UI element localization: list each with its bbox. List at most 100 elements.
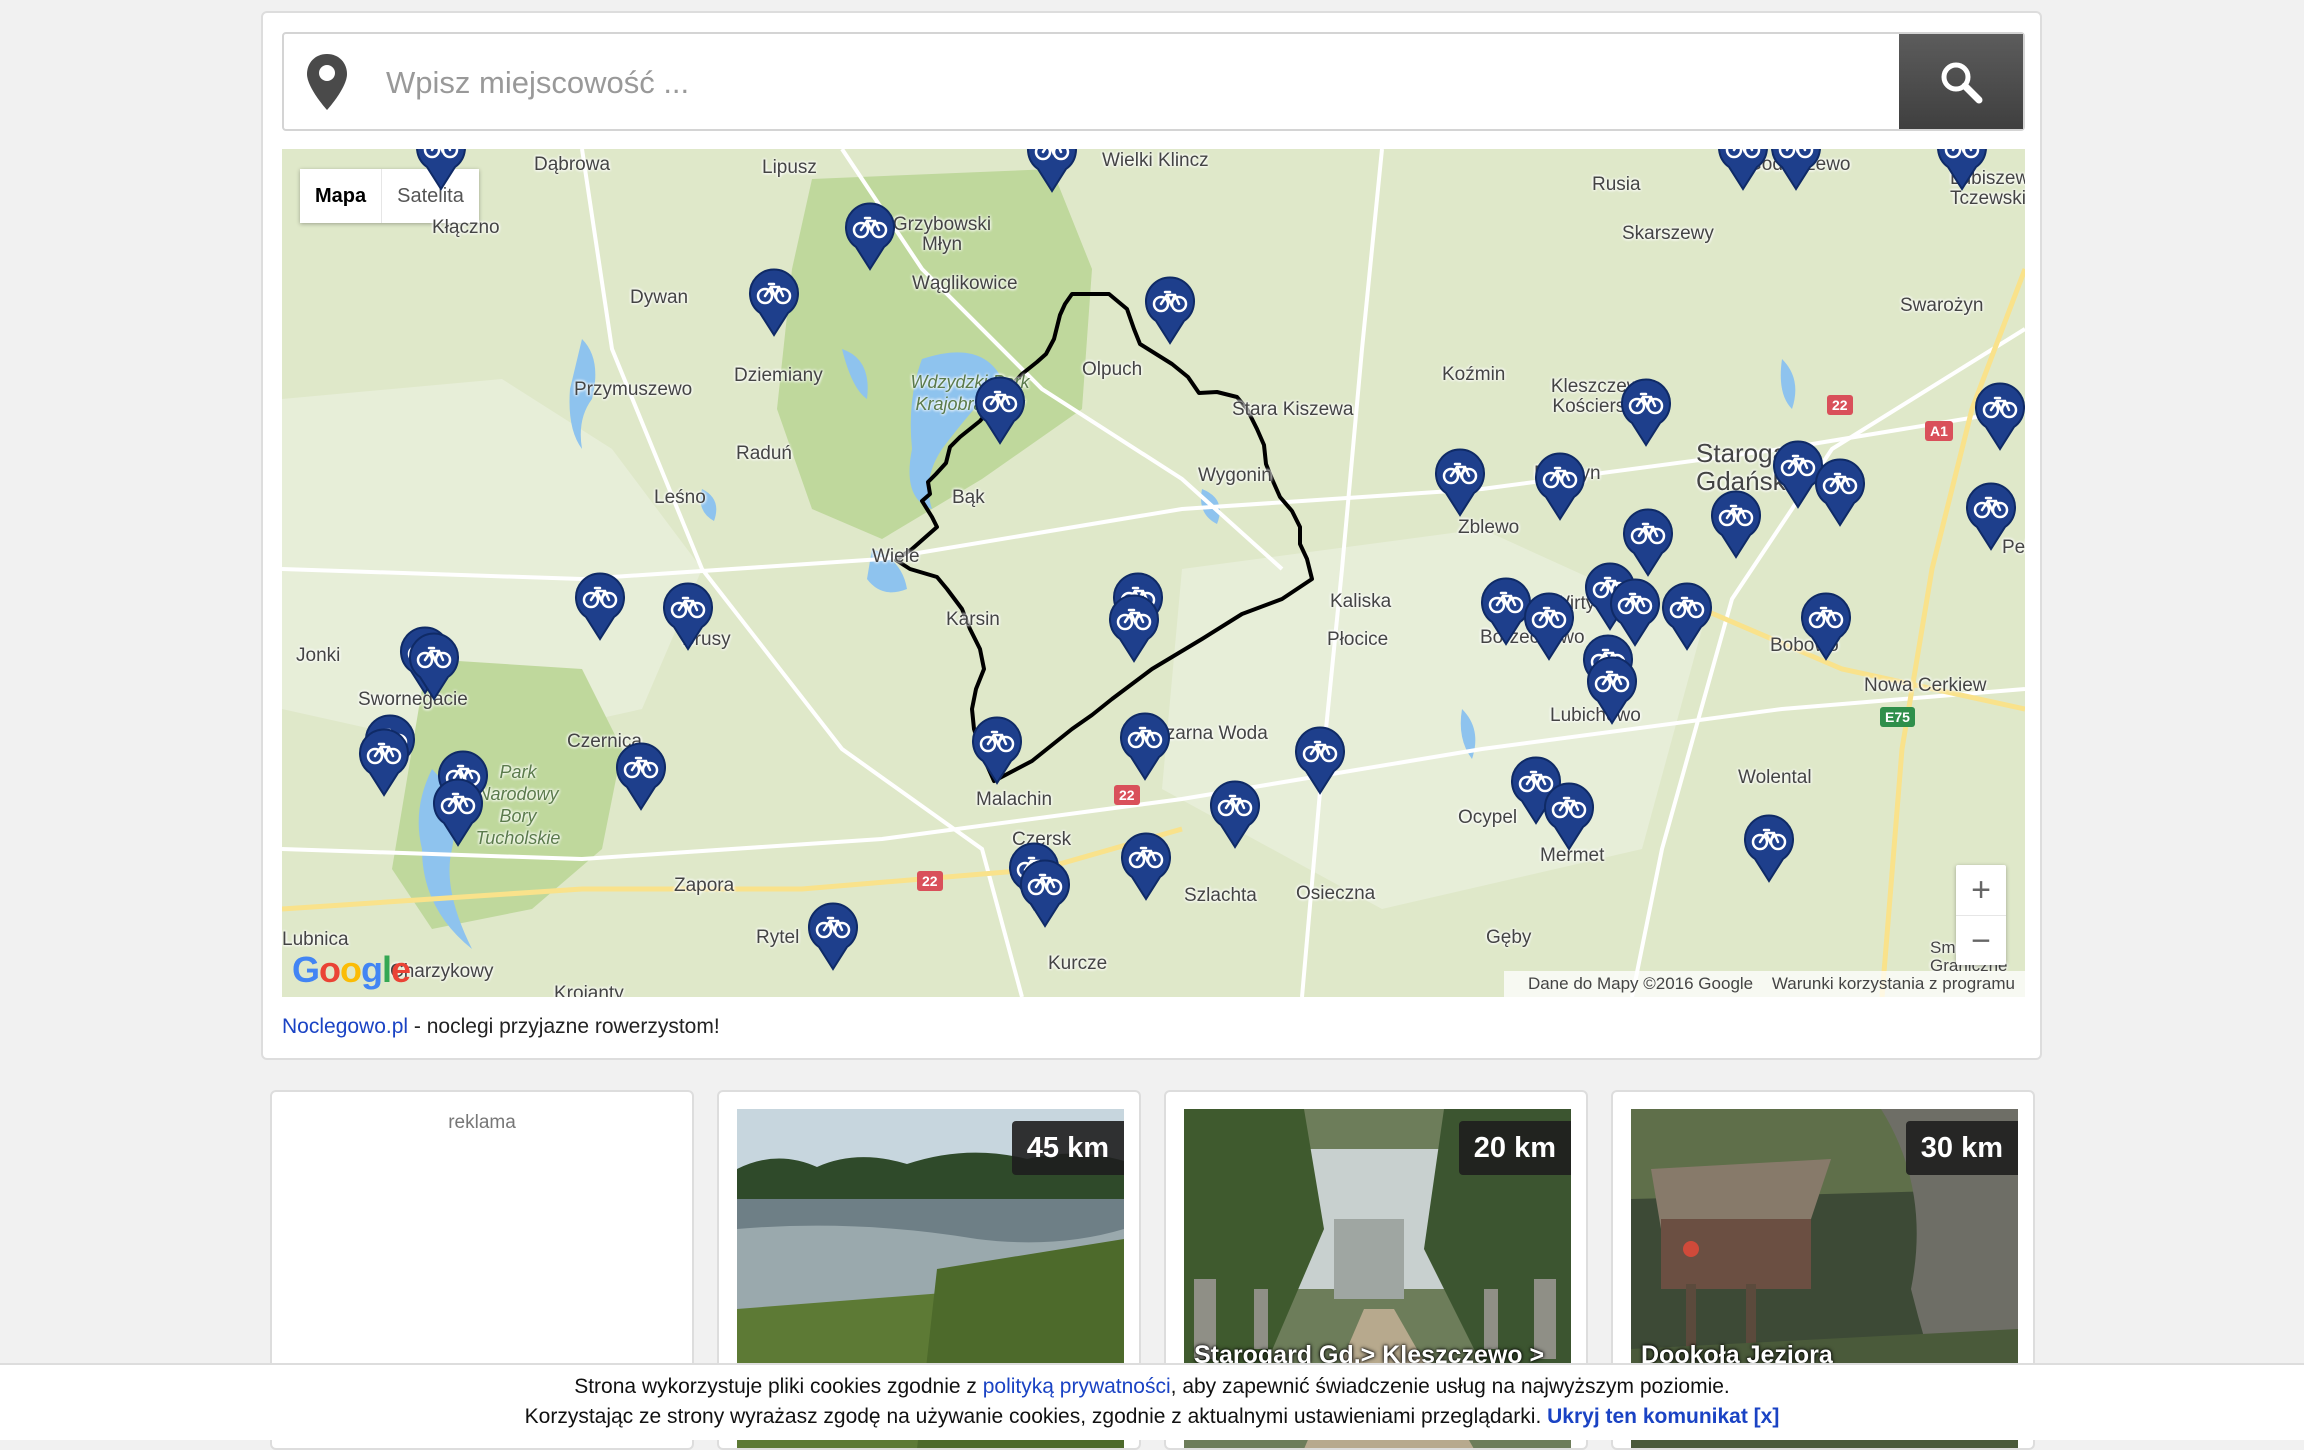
bicycle-icon xyxy=(1020,859,1070,928)
bike-marker[interactable] xyxy=(1142,273,1198,345)
place-label: Dąbrowa xyxy=(534,154,611,175)
map-attribution: Dane do Mapy ©2016 Google Warunki korzys… xyxy=(1503,971,2025,997)
bike-marker[interactable] xyxy=(1963,479,2019,551)
bicycle-icon xyxy=(1524,592,1574,661)
hide-cookie-notice-link[interactable]: Ukryj ten komunikat [x] xyxy=(1547,1405,1779,1428)
place-label: Olpuch xyxy=(1082,359,1143,380)
bicycle-icon xyxy=(1966,482,2016,551)
map[interactable]: Mapa Satelita Dąbrowa Lipusz Wielki Klin… xyxy=(282,149,2025,997)
bike-marker[interactable] xyxy=(413,149,469,191)
place-label: Wiele xyxy=(872,546,920,567)
place-label: Szlachta xyxy=(1184,885,1257,906)
bike-marker[interactable] xyxy=(1584,653,1640,725)
bicycle-icon xyxy=(1535,452,1585,521)
bicycle-icon xyxy=(1109,594,1159,663)
bike-marker[interactable] xyxy=(406,629,462,701)
bike-marker[interactable] xyxy=(1798,589,1854,661)
zoom-control: + − xyxy=(1956,865,2006,965)
place-label: Kaliska xyxy=(1330,591,1392,612)
bicycle-icon xyxy=(1145,276,1195,345)
bike-marker[interactable] xyxy=(613,739,669,811)
bike-marker[interactable] xyxy=(746,265,802,337)
bike-marker[interactable] xyxy=(1024,149,1080,193)
bicycle-icon xyxy=(575,572,625,641)
distance-badge: 20 km xyxy=(1458,1121,1571,1175)
bike-marker[interactable] xyxy=(1934,149,1990,191)
google-logo: Google xyxy=(292,949,411,990)
bike-marker[interactable] xyxy=(1118,829,1174,901)
bicycle-icon xyxy=(1435,448,1485,517)
bike-marker[interactable] xyxy=(430,775,486,847)
bike-marker[interactable] xyxy=(1532,449,1588,521)
map-type-map[interactable]: Mapa xyxy=(300,169,381,223)
bike-marker[interactable] xyxy=(1708,487,1764,559)
bike-marker[interactable] xyxy=(572,569,628,641)
bike-marker[interactable] xyxy=(805,899,861,971)
bicycle-icon xyxy=(808,902,858,971)
road-sign: A1 xyxy=(1925,421,1953,441)
cookie-text: Korzystając ze strony wyrażasz zgodę na … xyxy=(524,1405,1548,1428)
bike-marker[interactable] xyxy=(1972,379,2025,451)
bicycle-icon xyxy=(1744,814,1794,883)
bike-marker[interactable] xyxy=(1715,149,1771,191)
bicycle-icon xyxy=(359,728,409,797)
promo-line: Noclegowo.pl - noclegi przyjazne rowerzy… xyxy=(282,1015,720,1039)
bike-marker[interactable] xyxy=(1017,856,1073,928)
bike-marker[interactable] xyxy=(660,579,716,651)
ad-label: reklama xyxy=(448,1112,516,1133)
bicycle-icon xyxy=(1815,458,1865,527)
bicycle-icon xyxy=(1937,149,1987,191)
place-label: Gęby xyxy=(1486,927,1532,948)
place-label: Wielki Klincz xyxy=(1102,150,1209,171)
bike-marker[interactable] xyxy=(1541,779,1597,851)
bike-marker[interactable] xyxy=(1618,375,1674,447)
place-label: Dziemiany xyxy=(734,365,823,386)
search-input[interactable] xyxy=(384,34,1838,131)
magnifier-icon xyxy=(1941,62,1983,103)
bike-marker[interactable] xyxy=(1768,149,1824,191)
place-label: Rytel xyxy=(756,927,800,948)
bike-marker[interactable] xyxy=(842,199,898,271)
zoom-out-button[interactable]: − xyxy=(1956,916,2006,966)
bike-marker[interactable] xyxy=(1521,589,1577,661)
location-pin-icon xyxy=(307,54,347,110)
bike-marker[interactable] xyxy=(972,373,1028,445)
bicycle-icon xyxy=(975,376,1025,445)
place-label: Osieczna xyxy=(1296,883,1376,904)
bike-marker[interactable] xyxy=(1117,709,1173,781)
bicycle-icon xyxy=(972,716,1022,785)
bike-marker[interactable] xyxy=(1292,723,1348,795)
place-label: Kurcze xyxy=(1048,953,1108,974)
bicycle-icon xyxy=(1718,149,1768,191)
bike-marker[interactable] xyxy=(1432,445,1488,517)
place-label: Stara Kiszewa xyxy=(1232,399,1354,420)
place-label: Kłączno xyxy=(432,217,500,238)
bike-marker[interactable] xyxy=(1106,591,1162,663)
noclegowo-link[interactable]: Noclegowo.pl xyxy=(282,1015,408,1038)
place-label: Przymuszewo xyxy=(574,379,693,400)
road-sign: E75 xyxy=(1880,707,1915,727)
place-label: Raduń xyxy=(736,443,792,464)
bicycle-icon xyxy=(1210,780,1260,849)
promo-text: - noclegi przyjazne rowerzystom! xyxy=(408,1015,720,1038)
place-label: Wygonin xyxy=(1198,465,1272,486)
search-bar xyxy=(282,32,2025,131)
bike-marker[interactable] xyxy=(1207,777,1263,849)
zoom-in-button[interactable]: + xyxy=(1956,865,2006,916)
bike-marker[interactable] xyxy=(356,725,412,797)
place-label: Lubnica xyxy=(282,929,349,950)
cookie-banner: Strona wykorzystuje pliki cookies zgodni… xyxy=(0,1363,2304,1440)
bike-marker[interactable] xyxy=(1812,455,1868,527)
bicycle-icon xyxy=(616,742,666,811)
search-button[interactable] xyxy=(1899,34,2023,129)
bike-marker[interactable] xyxy=(1659,579,1715,651)
place-label: Malachin xyxy=(976,789,1053,810)
bicycle-icon xyxy=(1120,712,1170,781)
place-label: Płocice xyxy=(1327,629,1389,650)
privacy-policy-link[interactable]: polityką prywatności xyxy=(983,1375,1171,1398)
bike-marker[interactable] xyxy=(969,713,1025,785)
map-terms-link[interactable]: Warunki korzystania z programu xyxy=(1772,974,2015,993)
bicycle-icon xyxy=(1711,490,1761,559)
road-sign: 22 xyxy=(917,871,943,891)
bike-marker[interactable] xyxy=(1741,811,1797,883)
